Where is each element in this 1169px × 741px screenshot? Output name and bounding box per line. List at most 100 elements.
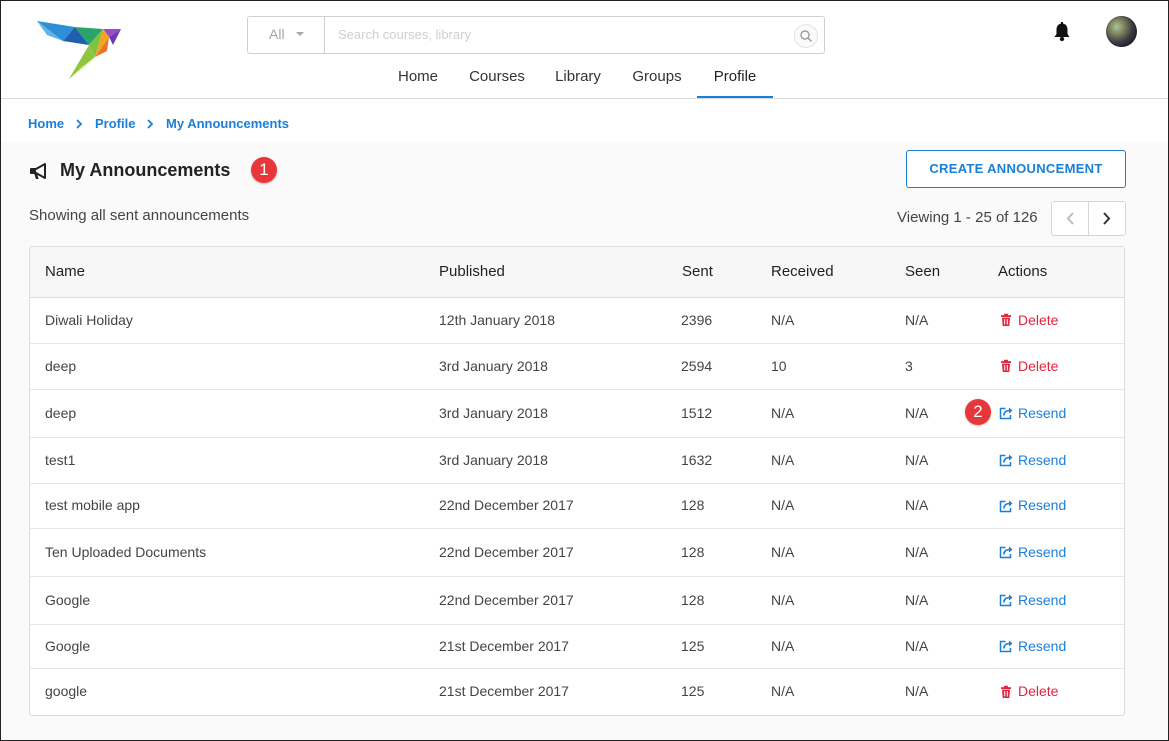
table-row: google 21st December 2017 125 N/A N/A Delete (30, 668, 1124, 715)
column-header-actions: Actions (998, 263, 1048, 280)
trash-icon (999, 359, 1013, 373)
cell-seen: N/A (905, 452, 929, 468)
cell-published: 3rd January 2018 (439, 452, 548, 468)
cell-name[interactable]: google (45, 668, 87, 715)
share-icon (999, 453, 1014, 467)
cell-seen: N/A (905, 544, 929, 560)
action-label: Resend (1018, 497, 1067, 513)
action-label: Delete (1018, 358, 1059, 374)
prev-page-button[interactable] (1052, 202, 1088, 235)
chevron-left-icon (1066, 212, 1074, 225)
page-title: My Announcements (60, 160, 231, 180)
action-label: Resend (1018, 638, 1067, 654)
action-label: Resend (1018, 405, 1067, 421)
chevron-right-icon (1103, 212, 1111, 225)
table-row: deep 3rd January 2018 1512 N/A N/A Resend (30, 389, 1124, 438)
share-icon (999, 545, 1014, 559)
cell-name[interactable]: Google (45, 624, 90, 668)
action-label: Resend (1018, 592, 1067, 608)
cell-seen: N/A (905, 683, 929, 699)
column-header-sent[interactable]: Sent (682, 247, 713, 297)
pagination-status: Viewing 1 - 25 of 126 (897, 209, 1038, 226)
column-header-received[interactable]: Received (771, 247, 834, 297)
table-row: Google 22nd December 2017 128 N/A N/A Resend (30, 576, 1124, 625)
cell-sent: 128 (681, 592, 705, 608)
main-nav: Home Courses Library Groups Profile (1, 58, 1168, 98)
cell-seen: N/A (905, 592, 929, 608)
column-header-seen: Seen (905, 263, 941, 280)
cell-seen: N/A (905, 497, 929, 513)
chevron-right-icon (76, 119, 83, 129)
search-input[interactable] (325, 17, 788, 51)
cell-name[interactable]: deep (45, 389, 76, 437)
action-label: Resend (1018, 544, 1067, 560)
cell-published: 22nd December 2017 (439, 592, 574, 608)
column-header-name[interactable]: Name (45, 247, 85, 297)
trash-icon (999, 685, 1013, 699)
next-page-button[interactable] (1089, 202, 1125, 235)
table-row: test mobile app 22nd December 2017 128 N/A N… (30, 483, 1124, 529)
megaphone-icon (30, 163, 46, 179)
search-button[interactable] (794, 24, 818, 48)
table-row: test1 3rd January 2018 1632 N/A N/A Resend (30, 437, 1124, 484)
table-row: deep 3rd January 2018 2594 10 3 Delete (30, 343, 1124, 390)
action-label: Resend (1018, 452, 1067, 468)
action-label: Delete (1018, 683, 1059, 699)
search-bar: All (247, 16, 825, 54)
cell-received: N/A (771, 592, 795, 608)
share-icon (999, 406, 1014, 420)
callout-marker-1: 1 (251, 157, 277, 183)
table-row: Google 21st December 2017 125 N/A N/A Resend (30, 624, 1124, 669)
cell-received: N/A (771, 452, 795, 468)
nav-groups[interactable]: Groups (623, 58, 691, 96)
search-category-label: All (269, 26, 285, 42)
breadcrumb-profile[interactable]: Profile (95, 116, 135, 131)
cell-published: 22nd December 2017 (439, 497, 574, 513)
share-icon (999, 499, 1014, 513)
breadcrumb-current[interactable]: My Announcements (166, 116, 289, 131)
cell-name[interactable]: Google (45, 576, 90, 624)
cell-sent: 128 (681, 544, 705, 560)
cell-name[interactable]: deep (45, 343, 76, 389)
action-label: Delete (1018, 312, 1059, 328)
bell-icon (1054, 22, 1070, 42)
search-category-select[interactable]: All (248, 17, 325, 53)
table-row: Diwali Holiday 12th January 2018 2396 N/A N/… (30, 297, 1124, 344)
cell-sent: 1632 (681, 452, 713, 468)
cell-name[interactable]: Diwali Holiday (45, 297, 133, 343)
cell-received: N/A (771, 544, 795, 560)
cell-seen: N/A (905, 638, 929, 654)
notifications-button[interactable] (1051, 21, 1073, 48)
cell-name[interactable]: test1 (45, 437, 75, 483)
breadcrumb-home[interactable]: Home (28, 116, 64, 131)
chevron-down-icon (296, 32, 304, 36)
cell-sent: 2594 (681, 358, 713, 374)
create-announcement-button[interactable]: CREATE ANNOUNCEMENT (906, 150, 1126, 188)
cell-published: 3rd January 2018 (439, 405, 548, 421)
nav-library[interactable]: Library (546, 58, 610, 96)
nav-profile[interactable]: Profile (697, 58, 773, 98)
cell-sent: 125 (681, 638, 705, 654)
cell-seen: N/A (905, 405, 929, 421)
cell-published: 3rd January 2018 (439, 358, 548, 374)
nav-courses[interactable]: Courses (461, 58, 533, 96)
app-frame: All Home Courses Library Groups Profile (0, 0, 1169, 741)
cell-sent: 125 (681, 683, 705, 699)
cell-received: N/A (771, 497, 795, 513)
callout-marker-2: 2 (965, 399, 991, 425)
cell-sent: 1512 (681, 405, 713, 421)
cell-seen: N/A (905, 312, 929, 328)
cell-received: N/A (771, 312, 795, 328)
cell-received: N/A (771, 405, 795, 421)
cell-published: 21st December 2017 (439, 683, 569, 699)
trash-icon (999, 313, 1013, 327)
chevron-right-icon (147, 119, 154, 129)
cell-name[interactable]: test mobile app (45, 483, 140, 528)
cell-name[interactable]: Ten Uploaded Documents (45, 528, 206, 576)
nav-home[interactable]: Home (389, 58, 447, 96)
share-icon (999, 593, 1014, 607)
column-header-published[interactable]: Published (439, 247, 505, 297)
user-avatar[interactable] (1106, 16, 1137, 47)
cell-seen: 3 (905, 358, 913, 374)
cell-sent: 128 (681, 497, 705, 513)
